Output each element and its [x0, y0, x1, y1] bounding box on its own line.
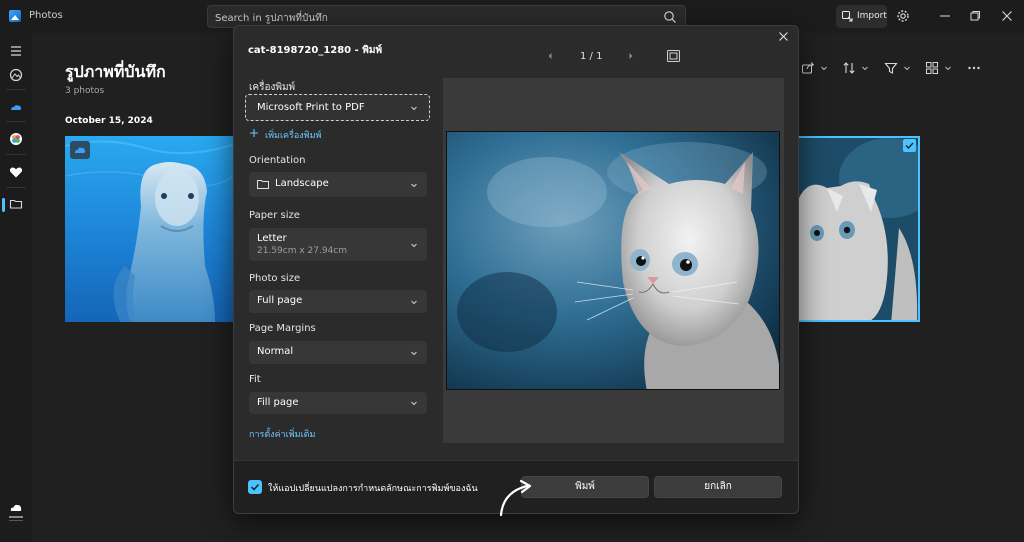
photo-size-label: Photo size [249, 273, 301, 284]
app-title: Photos [29, 10, 63, 21]
chevron-down-icon[interactable] [861, 64, 869, 72]
curved-arrow-annotation-icon [499, 479, 532, 517]
chevron-down-icon [411, 183, 417, 188]
print-button[interactable]: พิมพ์ [521, 476, 649, 498]
chevron-down-icon[interactable] [944, 64, 952, 72]
rail-divider [6, 121, 26, 122]
fit-select[interactable]: Fill page [249, 392, 427, 414]
share-icon[interactable] [801, 61, 815, 75]
import-label: Import [857, 11, 887, 21]
printer-label: เครื่องพิมพ์ [249, 82, 296, 93]
paper-size-select[interactable]: Letter 21.59cm x 27.94cm [249, 228, 427, 261]
checkmark-icon [250, 483, 260, 491]
add-printer-label: เพิ่มเครื่องพิมพ์ [265, 131, 322, 141]
page-indicator: 1 / 1 [580, 51, 603, 62]
orientation-select[interactable]: Landscape [249, 172, 427, 197]
storage-bar-track [9, 520, 23, 521]
active-indicator [2, 198, 5, 212]
checkmark-icon [905, 142, 914, 150]
minimize-icon[interactable] [938, 9, 952, 23]
orientation-value: Landscape [275, 178, 329, 189]
import-icon [842, 11, 853, 22]
cloud-sync-badge [70, 141, 90, 159]
paper-size-label: Paper size [249, 210, 300, 221]
rail-divider [6, 89, 26, 90]
maximize-icon[interactable] [968, 9, 982, 23]
filter-icon[interactable] [884, 61, 898, 75]
printer-value: Microsoft Print to PDF [257, 102, 365, 113]
view-icon[interactable] [925, 61, 939, 75]
chevron-down-icon [411, 106, 417, 111]
photo-size-select[interactable]: Full page [249, 290, 427, 313]
import-button[interactable]: Import [836, 5, 887, 28]
folders-icon[interactable] [8, 196, 24, 212]
chevron-down-icon[interactable] [820, 64, 828, 72]
selected-check-badge[interactable] [903, 139, 916, 152]
cat-image [799, 138, 918, 320]
fit-to-window-icon[interactable] [667, 50, 680, 62]
chevron-down-icon [411, 351, 417, 356]
navigation-rail [0, 33, 32, 542]
chevron-down-icon [411, 300, 417, 305]
photo-thumbnail-cat[interactable] [797, 136, 920, 322]
more-settings-link[interactable]: การตั้งค่าเพิ่มเติม [249, 427, 315, 441]
paper-size-value: Letter [257, 233, 287, 244]
apple-icloud-icon[interactable] [8, 131, 24, 147]
page-margins-label: Page Margins [249, 323, 316, 334]
search-placeholder: Search in รูปภาพที่บันทึก [215, 13, 328, 24]
photo-size-value: Full page [257, 295, 303, 306]
gear-icon[interactable] [896, 9, 910, 23]
chevron-down-icon[interactable] [903, 64, 911, 72]
cat-preview-image [447, 132, 779, 389]
page-title: รูปภาพที่บันทึก [65, 62, 166, 81]
allow-app-change-checkbox[interactable] [248, 480, 262, 494]
printer-select[interactable]: Microsoft Print to PDF [245, 94, 430, 121]
rail-divider [6, 187, 26, 188]
cancel-button[interactable]: ยกเลิก [654, 476, 782, 498]
plus-icon [250, 129, 258, 137]
close-window-icon[interactable] [1000, 9, 1014, 23]
onedrive-icon[interactable] [8, 99, 24, 115]
previous-page-icon[interactable] [546, 52, 554, 60]
search-icon[interactable] [663, 10, 677, 24]
fit-value: Fill page [257, 397, 299, 408]
next-page-icon[interactable] [627, 52, 635, 60]
favorites-icon[interactable] [8, 164, 24, 180]
gallery-icon[interactable] [8, 67, 24, 83]
sort-icon[interactable] [842, 61, 856, 75]
chevron-down-icon [411, 401, 417, 406]
page-margins-value: Normal [257, 346, 294, 357]
photo-thumbnail-dolphin[interactable] [65, 136, 235, 322]
page-margins-select[interactable]: Normal [249, 341, 427, 364]
rail-divider [6, 154, 26, 155]
dialog-title: cat-8198720_1280 - พิมพ์ [248, 45, 383, 56]
chevron-down-icon [411, 243, 417, 248]
preview-photo [446, 131, 780, 390]
fit-label: Fit [249, 374, 261, 385]
storage-bar [9, 516, 23, 518]
date-header: October 15, 2024 [65, 116, 153, 126]
dolphin-image [65, 136, 235, 322]
more-icon[interactable] [967, 61, 981, 75]
landscape-icon [257, 180, 269, 189]
paper-size-detail: 21.59cm x 27.94cm [257, 246, 348, 256]
photo-count: 3 photos [65, 86, 105, 96]
photos-app-icon [9, 10, 21, 22]
onedrive-icon [74, 147, 86, 153]
orientation-label: Orientation [249, 155, 306, 166]
close-icon[interactable] [778, 31, 789, 42]
hamburger-icon[interactable] [8, 43, 24, 59]
allow-app-change-label: ให้แอปเปลี่ยนแปลงการกำหนดลักษณะการพิมพ์ข… [268, 484, 478, 494]
cloud-status-icon[interactable] [8, 499, 24, 515]
